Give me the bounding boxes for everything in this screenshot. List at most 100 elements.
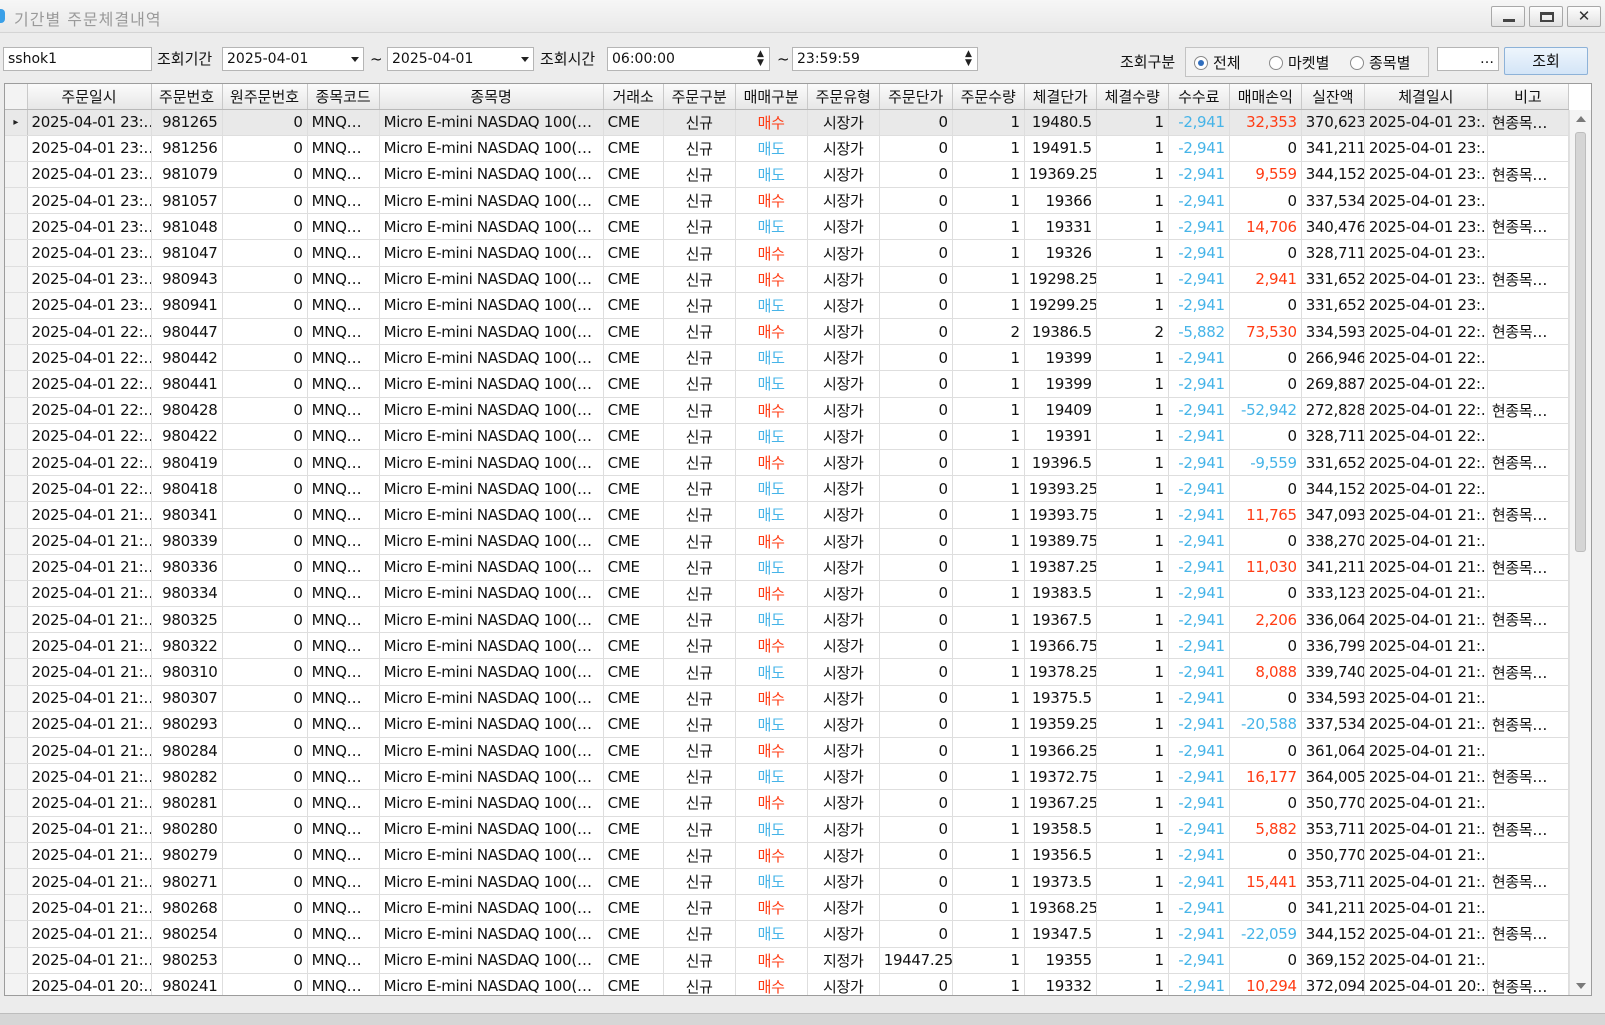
column-header-order-type[interactable]: 주문유형 [807, 84, 880, 110]
row-header[interactable] [5, 344, 28, 372]
row-header[interactable] [5, 842, 28, 869]
row-header[interactable] [5, 292, 28, 320]
table-row[interactable]: 2025-04-01 21:… 980339 0 MNQ… Micro E-mini N… [5, 528, 1570, 555]
row-header[interactable] [5, 397, 28, 424]
row-header[interactable] [5, 266, 28, 293]
account-input[interactable]: sshok1 [3, 47, 152, 71]
column-header-fee[interactable]: 수수료 [1168, 84, 1230, 110]
table-row[interactable]: 2025-04-01 21:… 980280 0 MNQ… Micro E-mini N… [5, 816, 1570, 843]
row-pointer-icon[interactable]: ▸ [5, 109, 28, 136]
table-row[interactable]: 2025-04-01 21:… 980334 0 MNQ… Micro E-mini N… [5, 580, 1570, 608]
row-header[interactable] [5, 868, 28, 896]
column-header-fill-time[interactable]: 체결일시 [1364, 84, 1488, 110]
table-row[interactable]: 2025-04-01 22:… 980447 0 MNQ… Micro E-mini N… [5, 318, 1570, 346]
table-row[interactable]: 2025-04-01 21:… 980336 0 MNQ… Micro E-mini N… [5, 554, 1570, 581]
table-row[interactable]: 2025-04-01 21:… 980268 0 MNQ… Micro E-mini N… [5, 894, 1570, 922]
radio-symbol[interactable]: 종목별 [1350, 53, 1410, 73]
row-header[interactable] [5, 528, 28, 555]
row-header[interactable] [5, 789, 28, 817]
table-row[interactable]: 2025-04-01 23:… 981047 0 MNQ… Micro E-mini N… [5, 239, 1570, 267]
row-header[interactable] [5, 920, 28, 948]
table-row[interactable]: 2025-04-01 21:… 980282 0 MNQ… Micro E-mini N… [5, 763, 1570, 791]
column-header-balance[interactable]: 실잔액 [1301, 84, 1365, 110]
column-header-orig-order-no[interactable]: 원주문번호 [222, 84, 308, 110]
row-header[interactable] [5, 580, 28, 608]
date-to-select[interactable]: 2025-04-01 [387, 47, 534, 71]
table-row[interactable]: 2025-04-01 23:… 981256 0 MNQ… Micro E-mini N… [5, 135, 1570, 162]
row-header[interactable] [5, 894, 28, 922]
scroll-up-icon[interactable] [1576, 116, 1586, 122]
ellipsis-icon[interactable]: … [1480, 48, 1494, 70]
table-row[interactable]: 2025-04-01 21:… 980281 0 MNQ… Micro E-mini N… [5, 789, 1570, 817]
table-row[interactable]: 2025-04-01 21:… 980293 0 MNQ… Micro E-mini N… [5, 711, 1570, 739]
scroll-down-icon[interactable] [1576, 983, 1586, 989]
row-header[interactable] [5, 423, 28, 450]
row-header[interactable] [5, 161, 28, 189]
table-row[interactable]: 2025-04-01 21:… 980253 0 MNQ… Micro E-mini N… [5, 947, 1570, 974]
column-header-fill-qty[interactable]: 체결수량 [1096, 84, 1169, 110]
column-header-symbol-name[interactable]: 종목명 [379, 84, 604, 110]
table-row[interactable]: 2025-04-01 21:… 980310 0 MNQ… Micro E-mini N… [5, 658, 1570, 686]
column-header-order-price[interactable]: 주문단가 [879, 84, 953, 110]
table-row[interactable]: 2025-04-01 22:… 980441 0 MNQ… Micro E-mini N… [5, 370, 1570, 398]
table-row[interactable]: 2025-04-01 23:… 980941 0 MNQ… Micro E-mini N… [5, 292, 1570, 320]
table-row[interactable]: 2025-04-01 21:… 980284 0 MNQ… Micro E-mini N… [5, 737, 1570, 765]
table-row[interactable]: 2025-04-01 21:… 980271 0 MNQ… Micro E-mini N… [5, 868, 1570, 896]
row-header[interactable] [5, 318, 28, 346]
table-row[interactable]: 2025-04-01 21:… 980322 0 MNQ… Micro E-mini N… [5, 632, 1570, 660]
table-row[interactable]: ▸ 2025-04-01 23:… 981265 0 MNQ… Micro E-mini … [5, 109, 1570, 136]
scrollbar-thumb[interactable] [1575, 132, 1586, 552]
column-header-order-time[interactable]: 주문일시 [27, 84, 152, 110]
spinner-arrows-icon[interactable]: ▲ ▼ [965, 50, 973, 68]
table-row[interactable]: 2025-04-01 21:… 980325 0 MNQ… Micro E-mini N… [5, 606, 1570, 634]
table-row[interactable]: 2025-04-01 21:… 980341 0 MNQ… Micro E-mini N… [5, 501, 1570, 529]
table-row[interactable]: 2025-04-01 23:… 981057 0 MNQ… Micro E-mini N… [5, 187, 1570, 215]
table-row[interactable]: 2025-04-01 22:… 980442 0 MNQ… Micro E-mini N… [5, 344, 1570, 372]
row-header[interactable] [5, 187, 28, 215]
column-header-symbol-code[interactable]: 종목코드 [307, 84, 380, 110]
row-header[interactable] [5, 737, 28, 765]
table-row[interactable]: 2025-04-01 21:… 980307 0 MNQ… Micro E-mini N… [5, 685, 1570, 712]
table-row[interactable]: 2025-04-01 23:… 981048 0 MNQ… Micro E-mini N… [5, 213, 1570, 241]
row-header[interactable] [5, 947, 28, 974]
row-header[interactable] [5, 763, 28, 791]
row-header[interactable] [5, 475, 28, 503]
row-header[interactable] [5, 658, 28, 686]
close-button[interactable]: ✕ [1567, 6, 1601, 27]
row-header[interactable] [5, 554, 28, 581]
column-header-pnl[interactable]: 매매손익 [1229, 84, 1302, 110]
column-header-order-no[interactable]: 주문번호 [151, 84, 223, 110]
row-header[interactable] [5, 973, 28, 995]
row-header[interactable] [5, 370, 28, 398]
row-header[interactable] [5, 606, 28, 634]
column-header-remark[interactable]: 비고 [1487, 84, 1570, 110]
column-header-fill-price[interactable]: 체결단가 [1024, 84, 1097, 110]
time-from-spinner[interactable]: 06:00:00 ▲ ▼ [607, 47, 770, 71]
column-header-order-qty[interactable]: 주문수량 [952, 84, 1025, 110]
radio-market[interactable]: 마켓별 [1269, 53, 1329, 73]
table-row[interactable]: 2025-04-01 22:… 980418 0 MNQ… Micro E-mini N… [5, 475, 1570, 503]
column-header-order-kind[interactable]: 주문구분 [663, 84, 736, 110]
query-button[interactable]: 조회 [1504, 47, 1588, 75]
row-header[interactable] [5, 239, 28, 267]
table-row[interactable]: 2025-04-01 22:… 980419 0 MNQ… Micro E-mini N… [5, 449, 1570, 477]
row-header[interactable] [5, 816, 28, 843]
table-row[interactable]: 2025-04-01 22:… 980422 0 MNQ… Micro E-mini N… [5, 423, 1570, 450]
row-header[interactable] [5, 632, 28, 660]
row-header[interactable] [5, 213, 28, 241]
table-row[interactable]: 2025-04-01 21:… 980279 0 MNQ… Micro E-mini N… [5, 842, 1570, 869]
column-header-exchange[interactable]: 거래소 [603, 84, 664, 110]
spinner-arrows-icon[interactable]: ▲ ▼ [757, 50, 765, 68]
table-row[interactable]: 2025-04-01 23:… 981079 0 MNQ… Micro E-mini N… [5, 161, 1570, 189]
time-to-spinner[interactable]: 23:59:59 ▲ ▼ [792, 47, 978, 71]
vertical-scrollbar[interactable] [1569, 110, 1591, 995]
date-from-select[interactable]: 2025-04-01 [222, 47, 364, 71]
table-row[interactable]: 2025-04-01 22:… 980428 0 MNQ… Micro E-mini N… [5, 397, 1570, 424]
row-header[interactable] [5, 449, 28, 477]
minimize-button[interactable] [1491, 6, 1525, 27]
row-header[interactable] [5, 501, 28, 529]
row-header[interactable] [5, 711, 28, 739]
maximize-button[interactable] [1529, 6, 1563, 27]
radio-all[interactable]: 전체 [1194, 53, 1241, 73]
symbol-lookup-field[interactable]: … [1437, 47, 1499, 71]
